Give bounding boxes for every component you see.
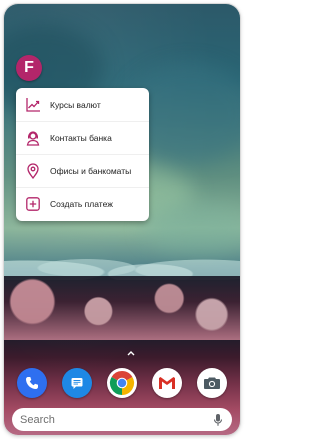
- dock: [4, 364, 240, 402]
- bank-app-icon[interactable]: F: [16, 55, 42, 81]
- shortcut-exchange-rates[interactable]: Курсы валют: [16, 88, 149, 121]
- shortcut-label: Создать платеж: [50, 198, 113, 209]
- support-agent-icon: [24, 129, 42, 147]
- plus-square-icon: [24, 195, 42, 213]
- map-pin-icon: [24, 162, 42, 180]
- phone-screen: F Курсы валют Контакты банка Офисы и бан…: [4, 4, 240, 435]
- messages-icon[interactable]: [62, 368, 93, 398]
- app-shortcuts-menu: Курсы валют Контакты банка Офисы и банко…: [16, 88, 149, 221]
- shortcut-label: Курсы валют: [50, 99, 101, 110]
- mic-icon[interactable]: [212, 412, 224, 428]
- chart-trend-icon: [24, 96, 42, 114]
- shortcut-offices-atms[interactable]: Офисы и банкоматы: [16, 154, 149, 187]
- gmail-icon[interactable]: [151, 368, 182, 398]
- app-drawer-chevron-icon[interactable]: [127, 344, 135, 356]
- phone-icon[interactable]: [17, 368, 48, 398]
- chrome-icon[interactable]: [106, 368, 137, 398]
- app-logo-letter: F: [24, 59, 34, 76]
- shortcut-label: Контакты банка: [50, 132, 112, 143]
- shortcut-create-payment[interactable]: Создать платеж: [16, 187, 149, 220]
- shortcut-bank-contacts[interactable]: Контакты банка: [16, 121, 149, 154]
- google-search-bar[interactable]: [12, 408, 232, 431]
- shortcut-label: Офисы и банкоматы: [50, 165, 132, 176]
- search-input[interactable]: [20, 413, 212, 426]
- camera-icon[interactable]: [196, 368, 227, 398]
